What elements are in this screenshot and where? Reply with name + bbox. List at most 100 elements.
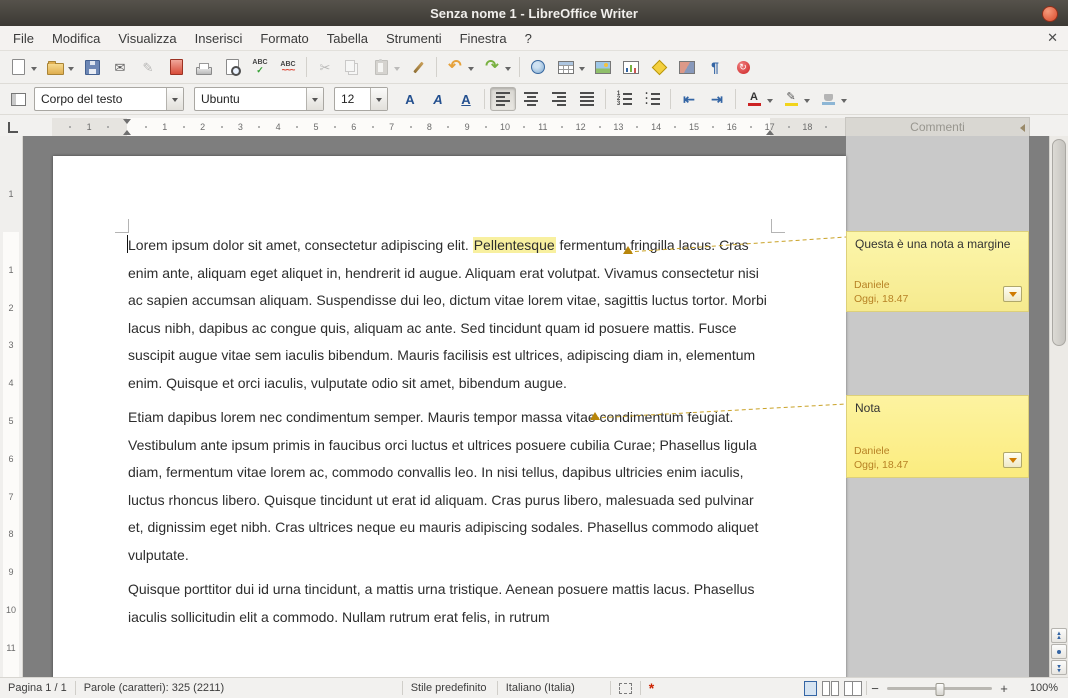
menu-visualizza[interactable]: Visualizza — [109, 28, 185, 49]
word-count[interactable]: Parole (caratteri): 325 (2211) — [76, 678, 402, 698]
draw-functions-button[interactable] — [646, 55, 672, 79]
navigation-button[interactable] — [1051, 644, 1067, 659]
comments-collapse-icon[interactable] — [1016, 124, 1025, 132]
main-area: 11234567891011 Lorem ipsum dolor sit ame… — [0, 136, 1068, 678]
zoom-slider[interactable] — [887, 687, 992, 690]
save-button[interactable] — [79, 55, 105, 79]
undo-button[interactable]: ↶ — [442, 55, 477, 79]
comment-menu-button[interactable] — [1003, 452, 1022, 468]
bullet-list-button[interactable]: ••• — [639, 87, 665, 111]
styles-sidebar-button[interactable] — [5, 87, 31, 111]
gallery-button[interactable] — [674, 55, 700, 79]
redo-button[interactable]: ↷ — [479, 55, 514, 79]
underline-button[interactable]: A — [453, 87, 479, 111]
align-left-button[interactable] — [490, 87, 516, 111]
ruler-number: 3 — [238, 122, 243, 132]
next-page-button[interactable]: ▲▲ — [1051, 660, 1067, 675]
ruler-number: 1 — [87, 122, 92, 132]
menu-strumenti[interactable]: Strumenti — [377, 28, 451, 49]
page-style[interactable]: Stile predefinito — [403, 678, 497, 698]
update-button[interactable]: ↻ — [730, 55, 756, 79]
print-preview-button[interactable] — [219, 55, 245, 79]
menu-file[interactable]: File — [4, 28, 43, 49]
menu-tabella[interactable]: Tabella — [318, 28, 377, 49]
image-icon — [593, 58, 613, 77]
chevron-down-icon[interactable] — [370, 88, 387, 110]
ruler-number: 8 — [427, 122, 432, 132]
zoom-out-button[interactable]: − — [867, 681, 883, 696]
ruler-number: 2 — [200, 122, 205, 132]
table-icon — [556, 58, 576, 77]
book-view-button[interactable] — [844, 681, 862, 696]
numbered-list-button[interactable]: 123 — [611, 87, 637, 111]
margin-comment[interactable]: Nota Daniele Oggi, 18.47 — [846, 395, 1029, 478]
menu-modifica[interactable]: Modifica — [43, 28, 109, 49]
print-icon — [194, 58, 214, 77]
clone-formatting-button[interactable] — [405, 55, 431, 79]
clone-formatting-icon — [408, 58, 428, 77]
export-pdf-button[interactable] — [163, 55, 189, 79]
zoom-slider-thumb[interactable] — [935, 683, 944, 696]
window-close-button[interactable] — [1042, 6, 1058, 22]
chevron-down-icon[interactable] — [306, 88, 323, 110]
text-language[interactable]: Italiano (Italia) — [498, 678, 610, 698]
comment-time: Oggi, 18.47 — [854, 458, 908, 472]
text-boundary-corner — [771, 219, 785, 233]
multi-page-view-button[interactable] — [822, 681, 839, 696]
spellcheck-button[interactable]: ABC✓ — [247, 55, 273, 79]
margin-comment[interactable]: Questa è una nota a margine Daniele Oggi… — [846, 231, 1029, 312]
italic-button[interactable]: A — [425, 87, 451, 111]
zoom-level[interactable]: 100% — [1012, 682, 1068, 694]
tab-stop-type-icon[interactable] — [8, 122, 18, 133]
page-indicator[interactable]: Pagina 1 / 1 — [0, 678, 75, 698]
background-color-button[interactable] — [815, 87, 850, 111]
formatting-marks-button[interactable]: ¶ — [702, 55, 728, 79]
zoom-in-button[interactable]: + — [996, 681, 1012, 696]
chart-button[interactable] — [618, 55, 644, 79]
chevron-down-icon[interactable] — [166, 88, 183, 110]
increase-indent-button[interactable]: ⇥ — [704, 87, 730, 111]
decrease-indent-button[interactable]: ⇤ — [676, 87, 702, 111]
print-button[interactable] — [191, 55, 217, 79]
selection-mode-icon — [619, 683, 632, 694]
menu-inserisci[interactable]: Inserisci — [186, 28, 252, 49]
image-button[interactable] — [590, 55, 616, 79]
menu-finestra[interactable]: Finestra — [451, 28, 516, 49]
single-page-view-button[interactable] — [804, 681, 817, 696]
navigation-dot-icon — [1057, 650, 1061, 654]
highlighting-button[interactable]: ✎ — [778, 87, 813, 111]
menu-formato[interactable]: Formato — [251, 28, 317, 49]
align-right-button[interactable] — [546, 87, 572, 111]
hyperlink-button[interactable] — [525, 55, 551, 79]
left-indent-marker[interactable] — [123, 130, 131, 135]
align-center-button[interactable] — [518, 87, 544, 111]
ruler-number: 16 — [727, 122, 737, 132]
page-text[interactable]: Lorem ipsum dolor sit amet, consectetur … — [128, 232, 771, 638]
scrollbar-thumb[interactable] — [1052, 139, 1066, 346]
ruler-number: 11 — [6, 643, 15, 653]
document-page[interactable]: Lorem ipsum dolor sit amet, consectetur … — [53, 156, 846, 678]
first-line-indent-marker[interactable] — [123, 119, 131, 124]
font-color-button[interactable]: A — [741, 87, 776, 111]
vertical-scrollbar[interactable]: ▲▲ ▲▲ — [1049, 136, 1068, 678]
email-button[interactable]: ✉ — [107, 55, 133, 79]
menu-help[interactable]: ? — [516, 28, 541, 49]
previous-page-button[interactable]: ▲▲ — [1051, 628, 1067, 643]
document-modified-indicator[interactable]: * — [641, 678, 662, 698]
toolbar-separator — [735, 89, 736, 109]
font-name-combobox[interactable]: Ubuntu — [194, 87, 324, 111]
comment-menu-button[interactable] — [1003, 286, 1022, 302]
autospellcheck-button[interactable]: ABC~~~ — [275, 55, 301, 79]
align-justify-button[interactable] — [574, 87, 600, 111]
new-document-button[interactable] — [5, 55, 40, 79]
styles-sidebar-icon — [8, 90, 28, 109]
comments-header-button[interactable]: Commenti — [845, 117, 1030, 137]
selection-mode-button[interactable] — [611, 678, 640, 698]
paragraph-style-combobox[interactable]: Corpo del testo — [34, 87, 184, 111]
font-size-combobox[interactable]: 12 — [334, 87, 388, 111]
table-button[interactable] — [553, 55, 588, 79]
open-button[interactable] — [42, 55, 77, 79]
document-close-icon[interactable]: ✕ — [1047, 30, 1058, 46]
ruler-number: 5 — [313, 122, 318, 132]
bold-button[interactable]: A — [397, 87, 423, 111]
